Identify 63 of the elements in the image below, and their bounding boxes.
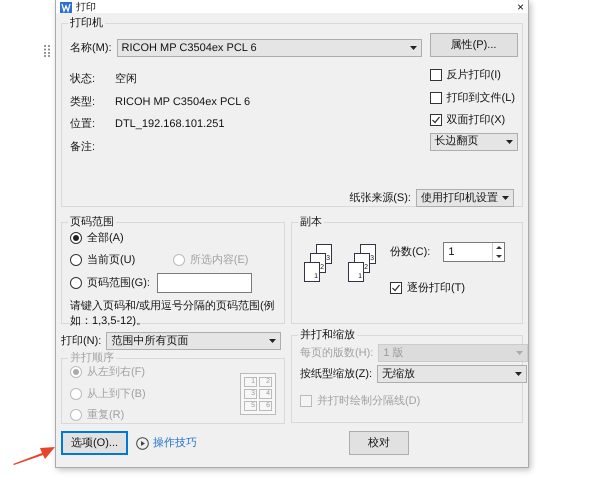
radio-button[interactable] bbox=[70, 277, 82, 289]
checkbox-label: 双面打印(X) bbox=[446, 113, 506, 128]
caret-icon bbox=[269, 339, 276, 343]
field-label: 按纸型缩放(Z): bbox=[300, 366, 372, 382]
group-title: 页码范围 bbox=[69, 216, 115, 228]
info-value: DTL_192.168.101.251 bbox=[115, 117, 226, 132]
close-button[interactable]: × bbox=[516, 2, 524, 13]
checkbox-label: 打印到文件(L) bbox=[446, 90, 515, 106]
radio-label: 全部(A) bbox=[87, 230, 124, 246]
print-what-select[interactable]: 范围中所有页面 bbox=[106, 332, 282, 350]
annotation-arrow bbox=[12, 444, 56, 465]
properties-button[interactable]: 属性(P)... bbox=[430, 33, 518, 57]
paper-source-select[interactable]: 使用打印机设置 bbox=[416, 189, 514, 207]
caret-icon bbox=[410, 46, 417, 50]
group-title: 副本 bbox=[299, 216, 323, 228]
info-label: 状态: bbox=[70, 72, 96, 87]
caret-icon bbox=[515, 372, 522, 376]
caret-icon bbox=[516, 351, 524, 355]
group-title: 打印机 bbox=[69, 17, 104, 29]
duplex-select[interactable]: 长边翻页 bbox=[430, 132, 518, 150]
info-label: 位置: bbox=[70, 117, 96, 132]
field-label: 名称(M): bbox=[70, 40, 112, 56]
checkbox-label: 并打时绘制分隔线(D) bbox=[317, 394, 420, 409]
options-button[interactable]: 选项(O)... bbox=[61, 431, 128, 455]
field-label: 纸张来源(S): bbox=[349, 190, 411, 206]
radio-option[interactable]: 全部(A) bbox=[70, 230, 163, 246]
radio-button[interactable] bbox=[70, 232, 82, 244]
radio-label: 重复(R) bbox=[87, 408, 124, 423]
checkbox-label: 反片打印(I) bbox=[446, 68, 501, 83]
scale-select[interactable]: 无缩放 bbox=[377, 365, 528, 383]
caret-icon bbox=[502, 196, 509, 200]
radio-label: 当前页(U) bbox=[87, 252, 136, 268]
window-title: 打印 bbox=[76, 2, 96, 13]
info-label: 备注: bbox=[70, 140, 96, 154]
field-label: 打印(N): bbox=[61, 334, 102, 349]
drag-handle-icon[interactable] bbox=[44, 45, 50, 57]
proofread-button[interactable]: 校对 bbox=[349, 431, 410, 455]
hint-text: 请键入页码和/或用逗号分隔的页码范围(例如：1,3,5-12)。 bbox=[70, 299, 276, 329]
checkbox[interactable] bbox=[390, 282, 402, 294]
copies-spinner[interactable]: 1 bbox=[443, 242, 506, 262]
checkbox[interactable] bbox=[430, 114, 442, 126]
radio-button[interactable] bbox=[70, 254, 82, 266]
radio-option[interactable]: 当前页(U) bbox=[70, 252, 163, 268]
info-label: 类型: bbox=[70, 94, 96, 110]
checkbox-label: 逐份打印(T) bbox=[407, 281, 466, 296]
radio-option[interactable]: 页码范围(G): bbox=[70, 273, 276, 293]
checkbox[interactable] bbox=[430, 69, 442, 82]
tips-link[interactable]: 操作技巧 bbox=[153, 434, 198, 452]
printer-select[interactable]: RICOH MP C3504ex PCL 6 bbox=[116, 39, 422, 57]
radio-label: 从左到右(F) bbox=[87, 365, 146, 380]
radio-label: 所选内容(E) bbox=[190, 252, 248, 268]
caret-icon bbox=[506, 140, 513, 144]
group-title: 并打和缩放 bbox=[299, 329, 356, 341]
radio-label: 从上到下(B) bbox=[87, 386, 146, 402]
play-icon[interactable] bbox=[136, 436, 150, 450]
group-title: 并打顺序 bbox=[69, 352, 115, 364]
info-value: 空闲 bbox=[115, 72, 138, 87]
info-value: RICOH MP C3504ex PCL 6 bbox=[115, 94, 252, 110]
field-label: 每页的版数(H): bbox=[300, 346, 374, 361]
radio-label: 页码范围(G): bbox=[87, 276, 150, 291]
page-range-field[interactable] bbox=[156, 273, 252, 293]
checkbox[interactable] bbox=[430, 92, 442, 104]
field-label: 份数(C): bbox=[390, 244, 430, 260]
